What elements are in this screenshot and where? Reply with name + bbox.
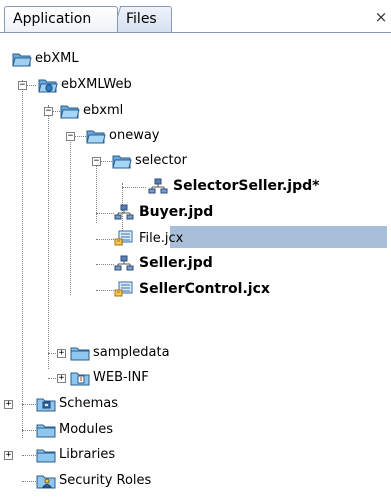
tree-connector: [22, 481, 36, 482]
tree-node-label: WEB-INF: [93, 370, 149, 385]
tree-node-label: Libraries: [59, 447, 116, 462]
tree-node-label: Schemas: [59, 396, 119, 411]
tree-node-webinf[interactable]: + WEB-INF: [0, 366, 391, 390]
tree-connector: [96, 290, 114, 291]
tree-node-buyer[interactable]: Buyer.jpd: [0, 201, 391, 225]
control-jcx-icon: [114, 281, 133, 297]
tree-node-label: File.jcx: [139, 231, 184, 246]
tab-files[interactable]: Files: [112, 6, 172, 32]
tree-node-label: Modules: [59, 422, 114, 437]
tree-node-oneway[interactable]: − oneway: [0, 124, 391, 148]
collapse-toggle[interactable]: −: [18, 81, 27, 90]
process-jpd-icon: [148, 178, 168, 194]
close-icon[interactable]: ×: [373, 9, 389, 25]
web-inf-folder-icon: [70, 372, 90, 386]
folder-closed-icon: [36, 449, 56, 463]
collapse-toggle[interactable]: −: [66, 132, 75, 141]
folder-open-icon: [112, 155, 132, 169]
control-jcx-icon: [114, 230, 133, 246]
tree-connector: [96, 213, 114, 214]
tree-node-label: ebXML: [35, 51, 79, 66]
tree-node-label: SellerControl.jcx: [139, 281, 270, 297]
tree-connector: [122, 187, 146, 188]
tree-node-ebxml-folder[interactable]: − ebxml: [0, 99, 391, 123]
tree-node-label: selector: [135, 153, 187, 168]
tab-application[interactable]: Application: [4, 6, 118, 32]
schemas-folder-icon: [36, 398, 56, 412]
tree-connector: [22, 404, 36, 405]
tree-node-label: Security Roles: [59, 473, 152, 488]
tree-node-securityroles[interactable]: Security Roles: [0, 469, 391, 493]
tree-node-ebxml[interactable]: ebXML: [0, 47, 391, 71]
tab-bar: Files Application ×: [0, 0, 391, 33]
tree-node-schemas[interactable]: + Schemas: [0, 392, 391, 416]
tree-connector: [22, 455, 36, 456]
expand-toggle[interactable]: +: [57, 374, 66, 383]
folder-closed-icon: [70, 347, 90, 361]
security-roles-folder-icon: [36, 475, 56, 489]
expand-toggle[interactable]: +: [57, 349, 66, 358]
tree-node-label: Buyer.jpd: [139, 204, 214, 220]
tree-connector: [96, 264, 114, 265]
expand-toggle[interactable]: +: [4, 451, 13, 460]
tree-node-label: oneway: [109, 128, 160, 143]
collapse-toggle[interactable]: −: [92, 157, 101, 166]
tree-node-label: Seller.jpd: [139, 255, 213, 271]
tree-node-file[interactable]: File.jcx: [0, 227, 391, 251]
tree-node-label: sampledata: [93, 345, 170, 360]
tree-node-ebxmlweb[interactable]: − ebXMLWeb: [0, 73, 391, 97]
tree-node-label: ebxml: [83, 103, 124, 118]
folder-open-icon: [60, 105, 80, 119]
tree-node-sellercontrol[interactable]: SellerControl.jcx: [0, 278, 391, 302]
web-project-folder-icon: [38, 79, 58, 93]
tree-connector: [96, 239, 114, 240]
folder-closed-icon: [36, 424, 56, 438]
folder-open-icon: [86, 130, 106, 144]
collapse-toggle[interactable]: −: [44, 107, 53, 116]
project-folder-icon: [12, 53, 32, 67]
tree-node-seller[interactable]: Seller.jpd: [0, 252, 391, 276]
process-jpd-icon: [114, 204, 134, 220]
tree-node-selectorseller[interactable]: SelectorSeller.jpd*: [0, 175, 391, 199]
tree-node-libraries[interactable]: + Libraries: [0, 443, 391, 467]
tree-node-selector[interactable]: − selector: [0, 149, 391, 173]
expand-toggle[interactable]: +: [4, 400, 13, 409]
tree-node-modules[interactable]: Modules: [0, 418, 391, 442]
tree-node-sampledata[interactable]: + sampledata: [0, 341, 391, 365]
process-jpd-icon: [114, 255, 134, 271]
project-tree[interactable]: ebXML − ebXMLWeb − ebxml − oneway − sele…: [0, 33, 391, 504]
tree-node-label: SelectorSeller.jpd*: [173, 178, 320, 194]
tree-connector: [22, 430, 36, 431]
tree-node-label: ebXMLWeb: [61, 77, 132, 92]
